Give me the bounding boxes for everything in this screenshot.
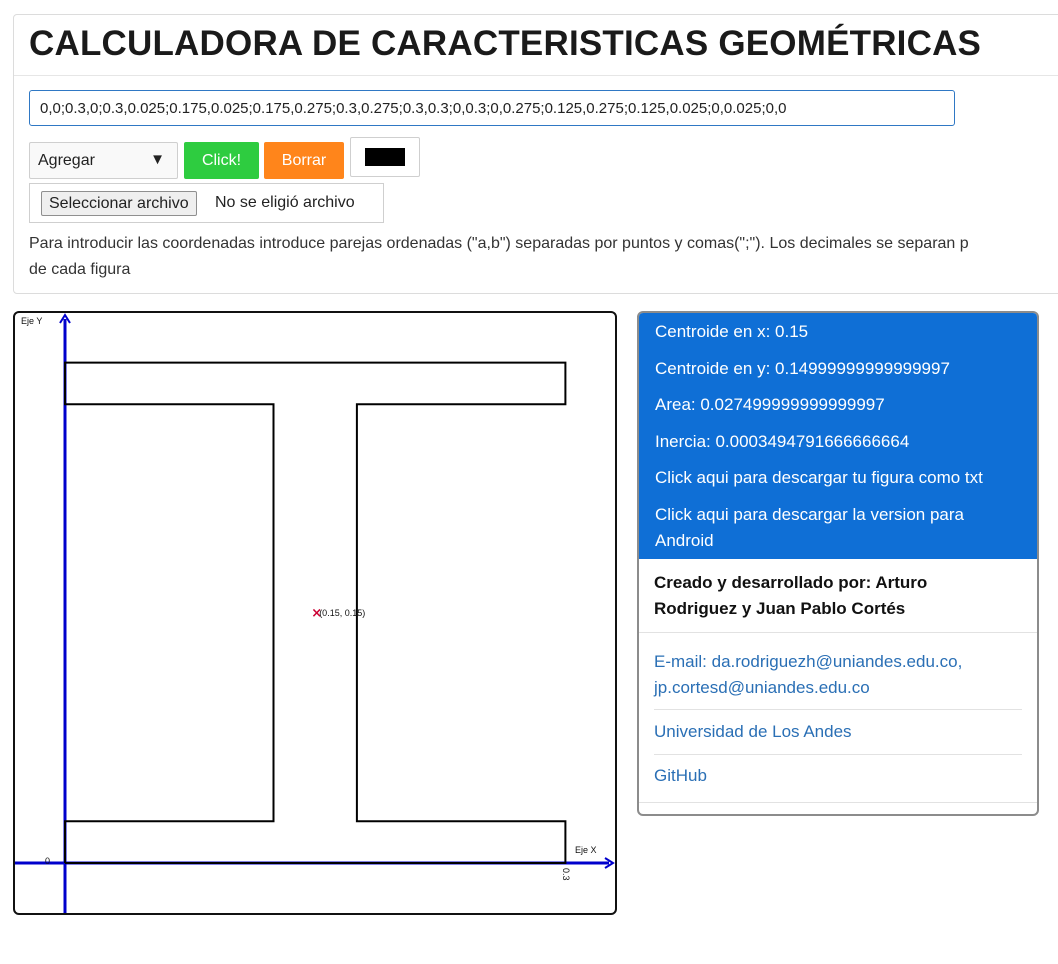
- download-txt-link[interactable]: Click aqui para descargar tu figura como…: [655, 465, 1015, 491]
- instructions-text: Para introducir las coordenadas introduc…: [29, 231, 1058, 283]
- divider: [639, 632, 1037, 633]
- download-android-link[interactable]: Click aqui para descargar la version par…: [655, 502, 1015, 554]
- mode-select-value: Agregar: [38, 152, 95, 169]
- axis-y-label: Eje Y: [21, 316, 42, 326]
- coordinates-input[interactable]: [29, 90, 955, 126]
- instructions-line-1: Para introducir las coordenadas introduc…: [29, 235, 969, 252]
- title-bar: CALCULADORA DE CARACTERISTICAS GEOMÉTRIC…: [14, 15, 1058, 76]
- clear-button[interactable]: Borrar: [264, 142, 344, 179]
- credits-text: Creado y desarrollado por: Arturo Rodrig…: [654, 573, 928, 618]
- university-link[interactable]: Universidad de Los Andes: [654, 719, 852, 745]
- divider: [654, 709, 1022, 710]
- email-link[interactable]: E-mail: da.rodriguezh@uniandes.edu.co, j…: [654, 649, 1024, 701]
- centroid-x-value: Centroide en x: 0.15: [655, 322, 809, 341]
- x-tick-label: 0.3: [561, 868, 571, 881]
- drawing-canvas[interactable]: Eje Y Eje X 0 0.3 × (0.15, 0.15): [13, 311, 617, 915]
- area-value: Area: 0.027499999999999997: [655, 395, 885, 414]
- centroid-y-value: Centroide en y: 0.14999999999999997: [655, 359, 950, 378]
- plot-svg: Eje Y Eje X 0 0.3 ×(0.15, 0.15): [15, 313, 615, 913]
- select-file-button[interactable]: Seleccionar archivo: [41, 191, 197, 216]
- mode-select[interactable]: Agregar ▼: [29, 142, 178, 179]
- origin-label: 0: [45, 856, 50, 866]
- axis-x-label: Eje X: [575, 845, 597, 855]
- input-panel: CALCULADORA DE CARACTERISTICAS GEOMÉTRIC…: [13, 14, 1058, 294]
- file-status: No se eligió archivo: [215, 194, 355, 211]
- results-box: Centroide en x: 0.15 Centroide en y: 0.1…: [639, 313, 1037, 559]
- instructions-line-2: de cada figura: [29, 261, 131, 278]
- page-title: CALCULADORA DE CARACTERISTICAS GEOMÉTRIC…: [29, 24, 982, 63]
- color-swatch: [365, 148, 405, 166]
- color-picker[interactable]: [350, 137, 420, 177]
- file-input: Seleccionar archivo No se eligió archivo: [29, 183, 384, 223]
- github-link[interactable]: GitHub: [654, 763, 707, 789]
- divider: [639, 802, 1037, 803]
- centroid-label: (0.15, 0.15): [319, 608, 365, 618]
- chevron-down-icon: ▼: [150, 151, 165, 168]
- results-panel: Centroide en x: 0.15 Centroide en y: 0.1…: [637, 311, 1039, 816]
- inertia-value: Inercia: 0.0003494791666666664: [655, 432, 910, 451]
- click-button[interactable]: Click!: [184, 142, 259, 179]
- divider: [654, 754, 1022, 755]
